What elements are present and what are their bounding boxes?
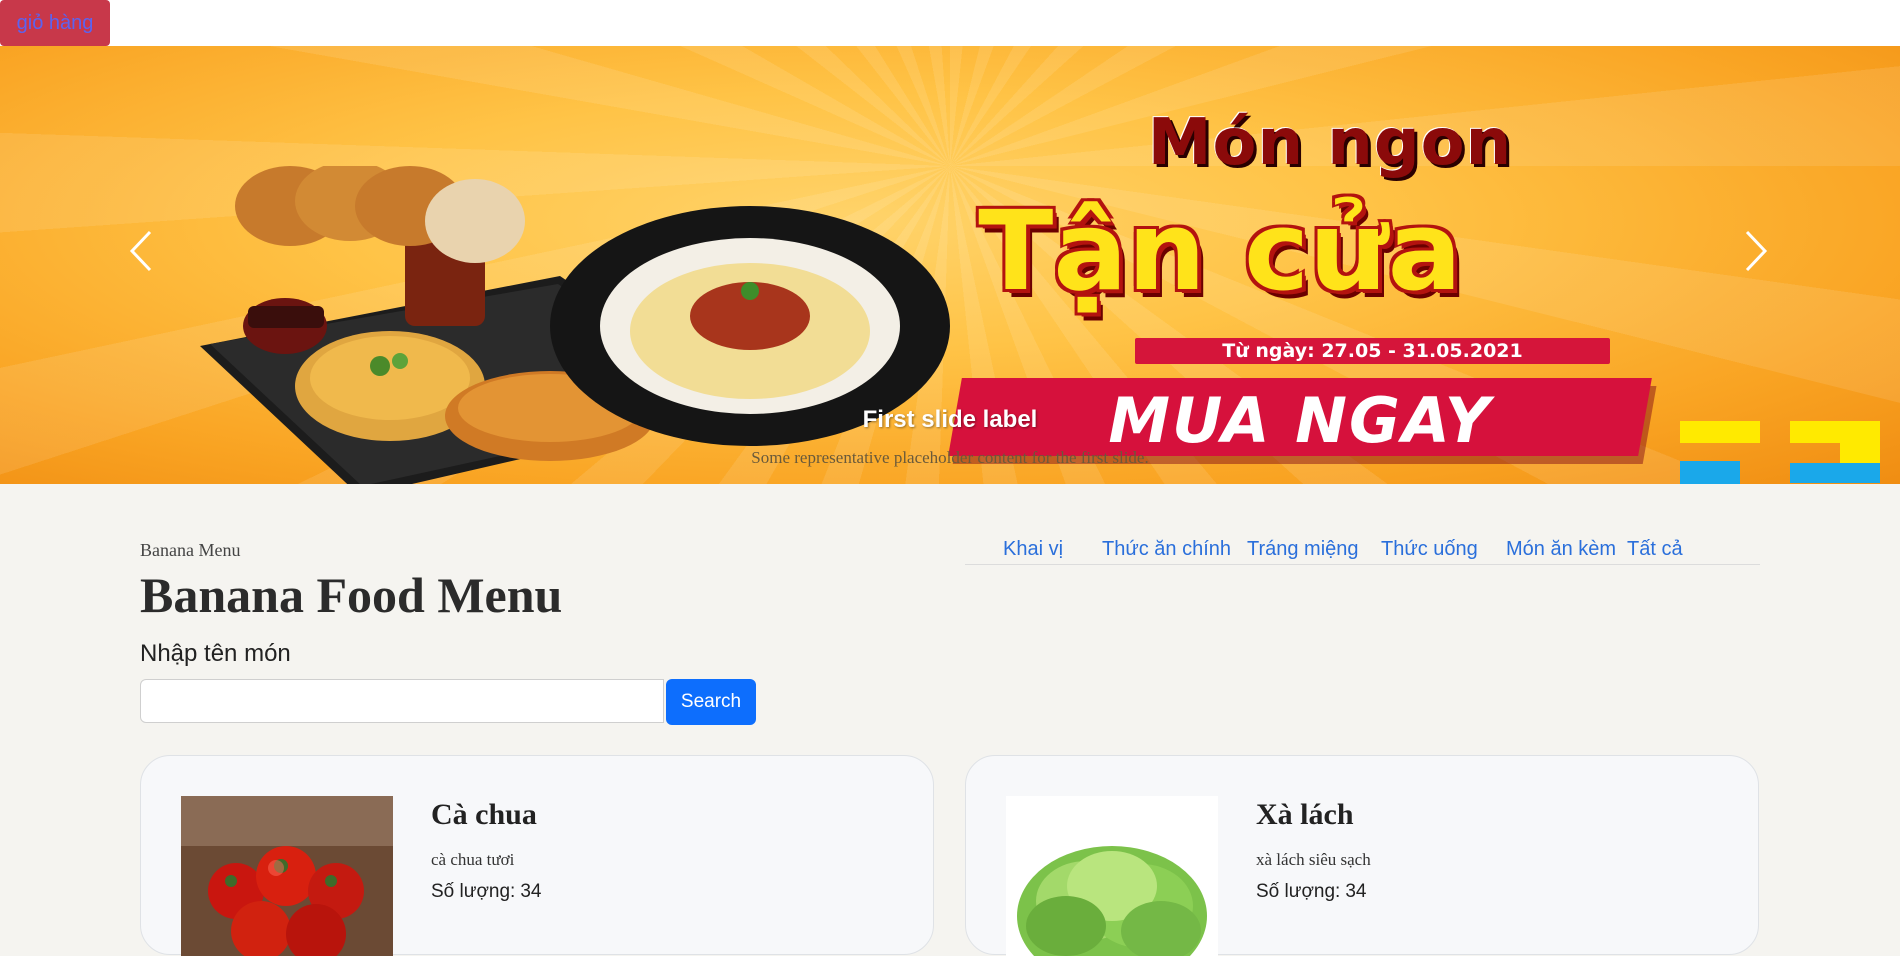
category-nav-divider xyxy=(965,564,1760,565)
top-bar: giỏ hàng xyxy=(0,0,1900,46)
product-name: Xà lách xyxy=(1256,798,1354,831)
product-quantity-label: Số lượng: xyxy=(431,881,516,902)
product-name: Cà chua xyxy=(431,798,537,831)
banner-headline: Món ngon xyxy=(1147,106,1513,180)
search-label: Nhập tên món xyxy=(140,640,291,667)
category-tab-khai-vi[interactable]: Khai vị xyxy=(1003,538,1063,561)
banner-logo-shape xyxy=(1680,421,1880,484)
search-button[interactable]: Search xyxy=(666,679,756,725)
category-tab-tat-ca[interactable]: Tất cả xyxy=(1627,538,1683,561)
search-input[interactable] xyxy=(140,679,664,723)
product-description: cà chua tươi xyxy=(431,850,515,869)
chevron-right-icon[interactable] xyxy=(1735,226,1775,276)
product-card[interactable]: Xà lách xà lách siêu sạch Số lượng: 34 xyxy=(965,755,1759,956)
product-image-lettuce xyxy=(1006,796,1218,956)
chevron-left-icon[interactable] xyxy=(122,226,162,276)
product-card[interactable]: Cà chua cà chua tươi Số lượng: 34 xyxy=(140,755,934,956)
cart-button[interactable]: giỏ hàng xyxy=(0,0,110,46)
banner-carousel: Món ngon Tận cửa Từ ngày: 27.05 - 31.05.… xyxy=(0,46,1900,484)
product-quantity-value: 34 xyxy=(520,881,542,902)
breadcrumb: Banana Menu xyxy=(140,540,241,560)
banner-headline-large: Tận cửa xyxy=(978,187,1462,315)
category-tab-mon-an-kem[interactable]: Món ăn kèm xyxy=(1506,538,1616,561)
product-image-tomato xyxy=(181,796,393,956)
slide-caption-title: First slide label xyxy=(862,406,1038,433)
product-quantity-label: Số lượng: xyxy=(1256,881,1341,902)
category-tab-trang-mieng[interactable]: Tráng miệng xyxy=(1247,538,1359,561)
category-tab-thuc-an-chinh[interactable]: Thức ăn chính xyxy=(1102,538,1231,561)
page-title: Banana Food Menu xyxy=(140,567,563,623)
category-tab-thuc-uong[interactable]: Thức uống xyxy=(1381,538,1478,561)
slide-caption: First slide label Some representative pl… xyxy=(630,406,1270,468)
product-quantity-value: 34 xyxy=(1345,881,1367,902)
product-description: xà lách siêu sạch xyxy=(1256,850,1371,869)
slide-caption-text: Some representative placeholder content … xyxy=(751,448,1149,467)
banner-date: Từ ngày: 27.05 - 31.05.2021 xyxy=(1135,338,1610,364)
